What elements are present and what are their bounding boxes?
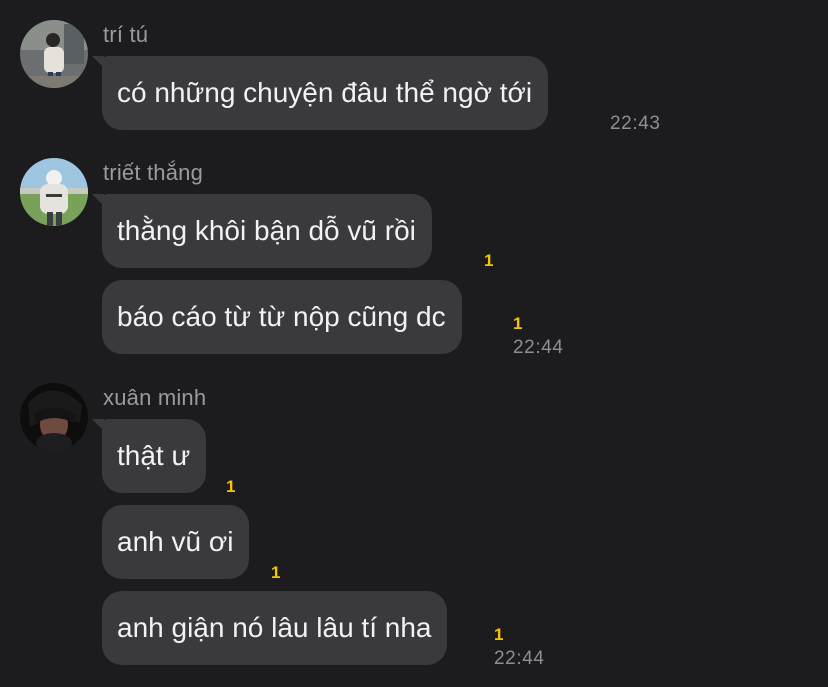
message-timestamp: 22:43 bbox=[610, 113, 661, 134]
message-text: anh vũ ơi bbox=[117, 526, 234, 557]
user-avatar-photo-icon bbox=[20, 20, 88, 88]
message-bubble[interactable]: thằng khôi bận dỗ vũ rồi bbox=[102, 194, 432, 268]
message-timestamp: 22:44 bbox=[513, 337, 564, 358]
message-bubble[interactable]: thật ư bbox=[102, 419, 207, 493]
sender-name: xuân minh bbox=[103, 385, 207, 410]
avatar[interactable] bbox=[20, 20, 88, 88]
reaction-count[interactable]: 1 bbox=[484, 251, 493, 271]
reaction-count[interactable]: 1 bbox=[513, 314, 522, 334]
sender-name: trí tú bbox=[103, 22, 149, 47]
message-text: anh giận nó lâu lâu tí nha bbox=[117, 612, 432, 643]
message-text: báo cáo từ từ nộp cũng dc bbox=[117, 301, 446, 332]
sender-name: triết thắng bbox=[103, 160, 204, 185]
user-avatar-photo-icon bbox=[20, 158, 88, 226]
message-bubble[interactable]: anh vũ ơi bbox=[102, 505, 250, 579]
message-timestamp: 22:44 bbox=[494, 648, 545, 669]
message-bubble[interactable]: có những chuyện đâu thể ngờ tới bbox=[102, 56, 549, 130]
message-text: thật ư bbox=[117, 440, 191, 471]
message-text: có những chuyện đâu thể ngờ tới bbox=[117, 77, 533, 108]
reaction-count[interactable]: 1 bbox=[271, 563, 280, 583]
message-bubble[interactable]: anh giận nó lâu lâu tí nha bbox=[102, 591, 448, 665]
user-avatar-photo-icon bbox=[20, 383, 88, 451]
message-text: thằng khôi bận dỗ vũ rồi bbox=[117, 215, 416, 246]
avatar[interactable] bbox=[20, 158, 88, 226]
message-bubble[interactable]: báo cáo từ từ nộp cũng dc bbox=[102, 280, 462, 354]
avatar[interactable] bbox=[20, 383, 88, 451]
reaction-count[interactable]: 1 bbox=[226, 477, 235, 497]
reaction-count[interactable]: 1 bbox=[494, 625, 503, 645]
